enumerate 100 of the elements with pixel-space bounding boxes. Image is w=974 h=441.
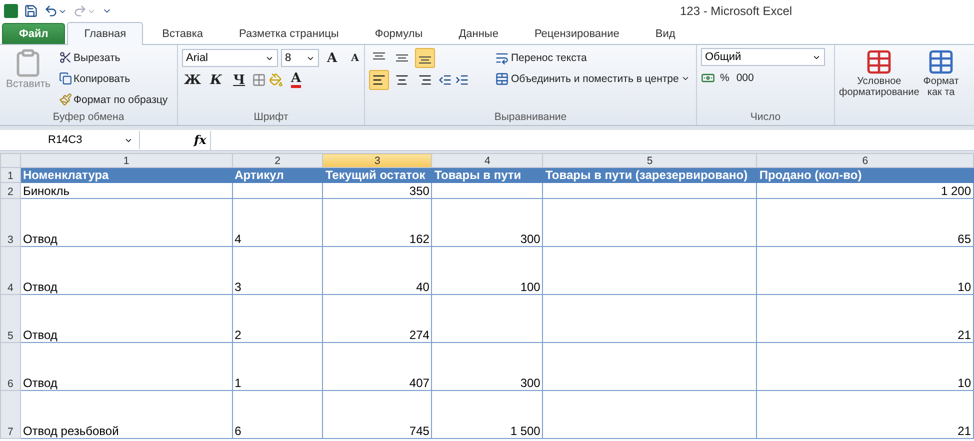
paintbrush-icon <box>58 93 72 106</box>
undo-icon[interactable] <box>44 4 67 18</box>
thousands-button[interactable]: 000 <box>734 68 756 88</box>
group-label: Буфер обмена <box>52 110 126 125</box>
italic-button[interactable]: К <box>206 70 226 90</box>
table-cell: 300 <box>432 198 543 246</box>
ribbon-tab[interactable]: Рецензирование <box>517 23 636 44</box>
row-header[interactable]: 5 <box>0 294 20 342</box>
table-cell: 4 <box>232 198 323 246</box>
column-title: Товары в пути (зарезервировано) <box>542 168 757 182</box>
table-cell: Отвод <box>20 198 232 246</box>
row-header[interactable]: 4 <box>0 246 20 294</box>
column-header[interactable]: 1 <box>20 154 232 168</box>
table-cell: 1 500 <box>432 390 543 438</box>
shrink-font-button[interactable]: A <box>345 48 364 68</box>
app-logo-icon <box>4 4 18 18</box>
ribbon-tab[interactable]: Данные <box>442 23 516 44</box>
table-cell: 6 <box>232 390 323 438</box>
grow-font-button[interactable]: A <box>322 48 342 68</box>
table-icon <box>927 48 956 76</box>
copy-icon <box>58 72 72 85</box>
row-header[interactable]: 2 <box>0 182 20 198</box>
table-cell: 65 <box>756 198 974 246</box>
table-cell: 162 <box>322 198 432 246</box>
table-cell: 274 <box>322 294 432 342</box>
font-name-field[interactable]: Arial <box>182 49 278 67</box>
column-header[interactable]: 5 <box>542 154 757 168</box>
conditional-formatting-button[interactable]: Условное форматирование <box>839 48 920 125</box>
table-cell: 300 <box>432 342 543 390</box>
row-header[interactable]: 6 <box>0 342 20 390</box>
vertical-align-button[interactable] <box>415 48 435 68</box>
percent-button[interactable]: % <box>718 68 732 88</box>
window-title: 123 - Microsoft Excel <box>680 4 792 18</box>
row-header[interactable]: 1 <box>0 168 20 182</box>
group-label: Число <box>749 110 782 125</box>
ribbon-tab[interactable]: Вид <box>638 23 692 44</box>
merge-center-button[interactable]: Объединить и поместить в центре <box>493 69 692 88</box>
table-cell: 2 <box>232 294 323 342</box>
merge-cells-icon <box>495 72 509 86</box>
table-cell: 10 <box>756 246 974 294</box>
table-icon <box>865 48 894 76</box>
format-as-table-button[interactable]: Формат как та <box>923 48 959 125</box>
column-title: Артикул <box>232 168 323 182</box>
fill-color-icon[interactable] <box>269 73 284 87</box>
ribbon-tab[interactable]: Главная <box>67 22 144 45</box>
table-cell: Отвод <box>20 342 232 390</box>
font-size-field[interactable]: 8 <box>281 49 319 67</box>
table-cell: Отвод <box>20 294 232 342</box>
table-cell: 100 <box>432 246 543 294</box>
wrap-text-button[interactable]: Перенос текста <box>493 48 692 67</box>
align-middle-icon <box>395 52 409 64</box>
row-header[interactable]: 3 <box>0 198 20 246</box>
table-cell: Отвод <box>20 246 232 294</box>
horizontal-align-button[interactable] <box>369 70 389 90</box>
column-title: Текущий остаток <box>322 168 432 182</box>
table-cell: 21 <box>756 294 974 342</box>
borders-icon[interactable] <box>252 73 266 87</box>
font-color-button[interactable]: A <box>286 70 306 90</box>
cut-button[interactable]: Вырезать <box>56 48 170 67</box>
group-label: Шрифт <box>252 110 290 125</box>
align-right-icon <box>418 73 432 87</box>
file-tab[interactable]: Файл <box>2 23 66 44</box>
underline-button[interactable]: Ч <box>229 70 250 90</box>
column-header[interactable]: 4 <box>432 154 543 168</box>
table-cell: 40 <box>322 246 432 294</box>
align-left-icon <box>372 73 386 87</box>
format-painter-button[interactable]: Формат по образцу <box>56 90 170 109</box>
table-cell: 21 <box>756 390 974 438</box>
row-header[interactable]: 7 <box>0 390 20 438</box>
decrease-indent-icon[interactable] <box>438 73 452 87</box>
table-cell: 1 200 <box>756 182 974 198</box>
table-cell: 1 <box>232 342 323 390</box>
scissors-icon <box>58 51 72 64</box>
currency-icon[interactable] <box>701 71 715 85</box>
table-cell: Отвод резьбовой <box>20 390 232 438</box>
column-header[interactable]: 6 <box>756 154 974 168</box>
table-cell: 745 <box>322 390 432 438</box>
column-title: Номенклатура <box>20 168 232 182</box>
column-title: Продано (кол-во) <box>756 168 974 182</box>
column-header[interactable]: 2 <box>232 154 323 168</box>
table-cell: 10 <box>756 342 974 390</box>
number-format-field[interactable]: Общий <box>701 48 825 66</box>
table-cell: Бинокль <box>20 182 232 198</box>
ribbon-tab[interactable]: Формулы <box>358 23 440 44</box>
caret-icon <box>680 74 690 83</box>
align-center-icon <box>395 73 409 87</box>
table-cell: 3 <box>232 246 323 294</box>
wrap-text-icon <box>495 50 509 64</box>
column-title: Товары в пути <box>432 168 543 182</box>
name-box[interactable]: R14C3 <box>0 131 140 149</box>
copy-button[interactable]: Копировать <box>56 69 170 88</box>
increase-indent-icon[interactable] <box>455 73 469 87</box>
table-cell: 407 <box>322 342 432 390</box>
insert-function-button[interactable]: fx <box>194 133 206 147</box>
ribbon-tab[interactable]: Вставка <box>145 23 220 44</box>
bold-button[interactable]: Ж <box>182 70 204 90</box>
ribbon-tab[interactable]: Разметка страницы <box>222 23 356 44</box>
save-icon[interactable] <box>24 4 38 18</box>
table-cell: 350 <box>322 182 432 198</box>
column-header[interactable]: 3 <box>322 154 432 168</box>
